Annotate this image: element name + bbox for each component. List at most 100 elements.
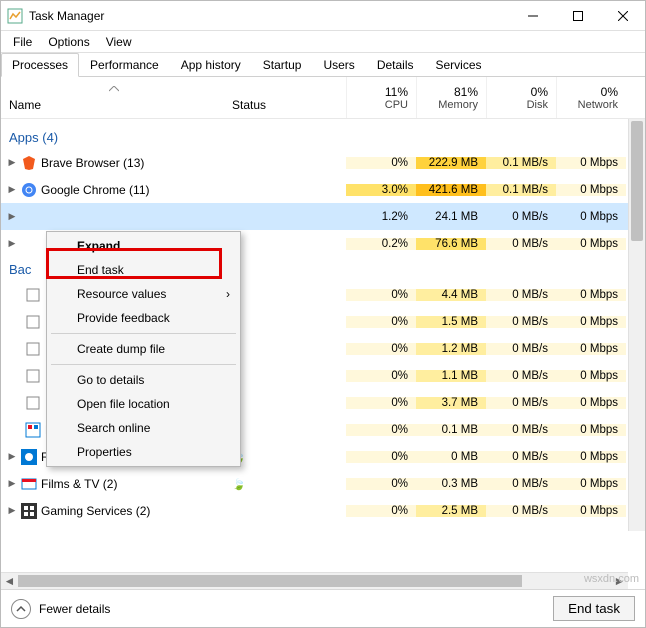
column-network[interactable]: 0% Network <box>556 77 626 118</box>
cpu-cell: 0% <box>346 157 416 169</box>
group-apps[interactable]: Apps (4) <box>1 119 645 149</box>
context-menu: Expand End task Resource values Provide … <box>46 231 241 467</box>
disk-cell: 0 MB/s <box>486 238 556 250</box>
ctx-search-online[interactable]: Search online <box>49 416 238 440</box>
memory-label: Memory <box>438 99 478 111</box>
app-generic-icon <box>25 395 41 411</box>
app-generic-icon <box>21 209 37 225</box>
ctx-create-dump[interactable]: Create dump file <box>49 337 238 361</box>
ctx-open-file-location[interactable]: Open file location <box>49 392 238 416</box>
column-name-label: Name <box>9 98 41 112</box>
net-cell: 0 Mbps <box>556 157 626 169</box>
app-generic-icon <box>25 341 41 357</box>
process-name: Gaming Services (2) <box>41 504 150 518</box>
scroll-left-icon[interactable]: ◄ <box>1 573 18 589</box>
scrollbar-thumb[interactable] <box>18 575 522 587</box>
menu-view[interactable]: View <box>98 33 140 51</box>
tab-bar: Processes Performance App history Startu… <box>1 53 645 77</box>
films-tv-icon <box>21 476 37 492</box>
tab-processes[interactable]: Processes <box>1 53 79 77</box>
disk-pct: 0% <box>531 85 548 99</box>
tab-users[interactable]: Users <box>312 53 365 77</box>
window-controls <box>510 1 645 30</box>
chevron-right-icon[interactable]: ▶ <box>7 451 17 462</box>
cpu-pct: 11% <box>385 85 408 99</box>
cpu-label: CPU <box>385 99 408 111</box>
chevron-right-icon[interactable]: ▶ <box>7 157 17 168</box>
tab-startup[interactable]: Startup <box>252 53 313 77</box>
disk-cell: 0 MB/s <box>486 211 556 223</box>
titlebar: Task Manager <box>1 1 645 31</box>
mem-cell: 24.1 MB <box>416 211 486 223</box>
cpu-cell: 0.2% <box>346 238 416 250</box>
network-label: Network <box>578 99 618 111</box>
ctx-expand[interactable]: Expand <box>49 234 238 258</box>
end-task-button[interactable]: End task <box>553 596 635 621</box>
process-name: Google Chrome (11) <box>41 183 150 197</box>
mem-cell: 222.9 MB <box>416 157 486 169</box>
scrollbar-thumb[interactable] <box>631 121 643 241</box>
feeds-icon <box>21 449 37 465</box>
leaf-icon: 🍃 <box>232 479 246 491</box>
table-row[interactable]: ▶ Brave Browser (13) 0% 222.9 MB 0.1 MB/… <box>1 149 645 176</box>
process-name: Films & TV (2) <box>41 477 117 491</box>
net-cell: 0 Mbps <box>556 238 626 250</box>
minimize-button[interactable] <box>510 1 555 30</box>
ctx-end-task[interactable]: End task <box>49 258 238 282</box>
ctx-go-to-details[interactable]: Go to details <box>49 368 238 392</box>
menubar: File Options View <box>1 31 645 53</box>
column-cpu[interactable]: 11% CPU <box>346 77 416 118</box>
ctx-provide-feedback[interactable]: Provide feedback <box>49 306 238 330</box>
column-status-label: Status <box>232 98 266 112</box>
watermark: wsxdn.com <box>584 573 639 585</box>
tab-performance[interactable]: Performance <box>79 53 170 77</box>
horizontal-scrollbar[interactable]: ◄ ► <box>1 572 628 589</box>
memory-pct: 81% <box>454 85 478 99</box>
column-disk[interactable]: 0% Disk <box>486 77 556 118</box>
window-title: Task Manager <box>29 9 104 23</box>
table-row[interactable]: ▶ Films & TV (2) 🍃 0% 0.3 MB 0 MB/s 0 Mb… <box>1 470 645 497</box>
ctx-separator <box>51 333 236 334</box>
disk-label: Disk <box>527 99 548 111</box>
table-row[interactable]: ▶ Gaming Services (2) 0% 2.5 MB 0 MB/s 0… <box>1 497 645 524</box>
tab-details[interactable]: Details <box>366 53 425 77</box>
table-row[interactable]: ▶ Google Chrome (11) 3.0% 421.6 MB 0.1 M… <box>1 176 645 203</box>
chevron-right-icon[interactable]: ▶ <box>7 211 17 222</box>
cpu-cell: 1.2% <box>346 211 416 223</box>
app-generic-icon <box>25 287 41 303</box>
mem-cell: 76.6 MB <box>416 238 486 250</box>
net-cell: 0 Mbps <box>556 184 626 196</box>
menu-options[interactable]: Options <box>40 33 97 51</box>
menu-file[interactable]: File <box>5 33 40 51</box>
chevron-right-icon[interactable]: ▶ <box>7 238 17 249</box>
tab-services[interactable]: Services <box>425 53 493 77</box>
column-name[interactable]: Name <box>1 77 226 118</box>
table-row-selected[interactable]: ▶ 1.2% 24.1 MB 0 MB/s 0 Mbps <box>1 203 645 230</box>
disk-cell: 0.1 MB/s <box>486 184 556 196</box>
net-cell: 0 Mbps <box>556 211 626 223</box>
app-generic-icon <box>25 368 41 384</box>
vertical-scrollbar[interactable] <box>628 119 645 531</box>
column-memory[interactable]: 81% Memory <box>416 77 486 118</box>
mem-cell: 421.6 MB <box>416 184 486 196</box>
fewer-details-label: Fewer details <box>39 602 110 616</box>
task-manager-window: Task Manager File Options View Processes… <box>0 0 646 628</box>
column-status[interactable]: Status <box>226 77 346 118</box>
ctx-separator <box>51 364 236 365</box>
features-icon <box>25 422 41 438</box>
chevron-right-icon[interactable]: ▶ <box>7 478 17 489</box>
chevron-up-circle-icon <box>11 599 31 619</box>
app-generic-icon <box>25 314 41 330</box>
close-button[interactable] <box>600 1 645 30</box>
ctx-resource-values[interactable]: Resource values <box>49 282 238 306</box>
column-header-row: Name Status 11% CPU 81% Memory 0% Disk 0… <box>1 77 645 119</box>
fewer-details-toggle[interactable]: Fewer details <box>11 599 110 619</box>
ctx-properties[interactable]: Properties <box>49 440 238 464</box>
maximize-button[interactable] <box>555 1 600 30</box>
chevron-right-icon[interactable]: ▶ <box>7 184 17 195</box>
tab-app-history[interactable]: App history <box>170 53 252 77</box>
cpu-cell: 3.0% <box>346 184 416 196</box>
chevron-right-icon[interactable]: ▶ <box>7 505 17 516</box>
app-icon <box>7 8 23 24</box>
gaming-services-icon <box>21 503 37 519</box>
